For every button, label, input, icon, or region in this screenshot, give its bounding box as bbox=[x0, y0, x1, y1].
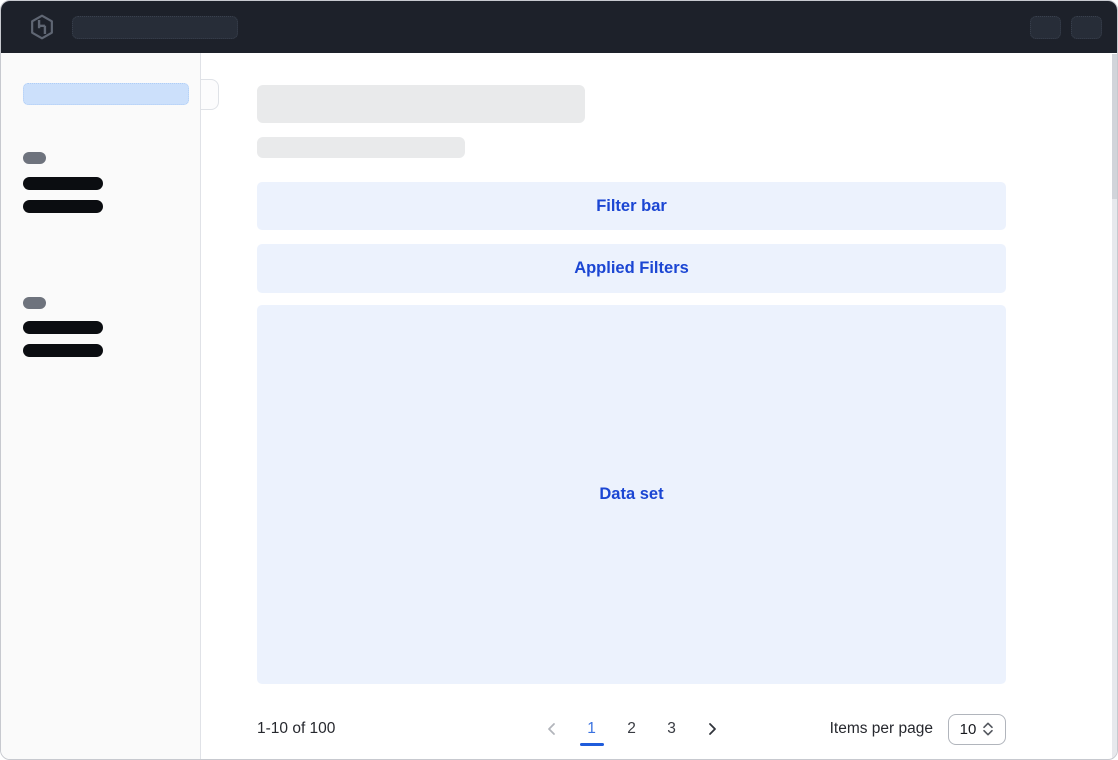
sidebar-item-skeleton bbox=[23, 321, 103, 334]
page-number: 2 bbox=[627, 720, 636, 738]
items-per-page-group: Items per page 10 bbox=[830, 714, 1006, 745]
sidebar-active-item-skeleton bbox=[23, 83, 189, 105]
prev-page-button[interactable] bbox=[539, 712, 565, 746]
header-action-skeleton-1 bbox=[1030, 16, 1061, 39]
active-page-underline bbox=[580, 743, 604, 746]
applied-filters-placeholder: Applied Filters bbox=[257, 244, 1006, 293]
data-set-label: Data set bbox=[599, 485, 663, 504]
page-number: 1 bbox=[587, 720, 596, 738]
scrollbar-thumb[interactable] bbox=[1112, 54, 1117, 199]
filter-bar-label: Filter bar bbox=[596, 197, 667, 216]
header-nav-skeleton bbox=[72, 16, 238, 39]
page-button-2[interactable]: 2 bbox=[619, 712, 645, 746]
page-button-3[interactable]: 3 bbox=[659, 712, 685, 746]
sidebar-item-skeleton bbox=[23, 344, 103, 357]
page-size-value: 10 bbox=[960, 721, 977, 738]
page-subtitle-skeleton bbox=[257, 137, 465, 158]
select-caret-icon bbox=[982, 721, 994, 737]
data-set-placeholder: Data set bbox=[257, 305, 1006, 684]
page-size-select[interactable]: 10 bbox=[948, 714, 1006, 745]
next-page-button[interactable] bbox=[699, 712, 725, 746]
app-window: Filter bar Applied Filters Data set 1-10… bbox=[0, 0, 1118, 760]
sidebar-section-label-skeleton bbox=[23, 297, 46, 309]
sidebar-item-skeleton bbox=[23, 200, 103, 213]
filter-bar-placeholder: Filter bar bbox=[257, 182, 1006, 230]
pagination-range-info: 1-10 of 100 bbox=[257, 720, 335, 738]
sidebar-item-skeleton bbox=[23, 177, 103, 190]
applied-filters-label: Applied Filters bbox=[574, 259, 689, 278]
page-button-1[interactable]: 1 bbox=[579, 712, 605, 746]
sidebar-toggle-button[interactable] bbox=[201, 79, 219, 110]
page-number: 3 bbox=[667, 720, 676, 738]
sidebar bbox=[1, 53, 201, 759]
app-header bbox=[1, 1, 1117, 53]
hashicorp-logo-icon bbox=[29, 14, 55, 40]
header-action-skeleton-2 bbox=[1071, 16, 1102, 39]
sidebar-section-label-skeleton bbox=[23, 152, 46, 164]
chevron-right-icon bbox=[704, 721, 720, 737]
chevron-left-icon bbox=[544, 721, 560, 737]
page-title-skeleton bbox=[257, 85, 585, 123]
pagination-pager: 1 2 3 bbox=[539, 712, 725, 746]
pagination-bar: 1-10 of 100 1 2 3 bbox=[257, 707, 1006, 751]
items-per-page-label: Items per page bbox=[830, 720, 933, 738]
